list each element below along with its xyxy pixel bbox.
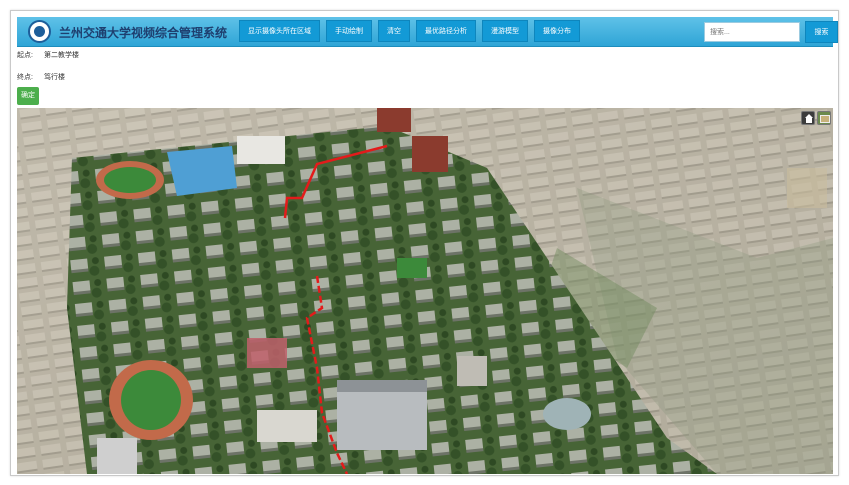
home-icon[interactable] [801,111,815,125]
3d-campus-map[interactable] [17,108,833,474]
end-label: 终点: [17,74,33,81]
end-row: 终点: 笃行楼 [17,72,65,82]
university-logo [28,20,51,43]
end-value[interactable]: 笃行楼 [44,74,65,81]
search-input[interactable] [704,22,800,42]
roam-model-button[interactable]: 漫游模型 [482,20,528,42]
start-row: 起点: 第二教学楼 [17,50,79,60]
camera-distribution-button[interactable]: 摄像分布 [534,20,580,42]
start-value[interactable]: 第二教学楼 [44,52,79,59]
top-header: 兰州交通大学视频综合管理系统 显示摄像头所在区域 手动绘制 清空 最优路径分析 … [17,17,838,47]
best-path-analysis-button[interactable]: 最优路径分析 [416,20,476,42]
clear-button[interactable]: 清空 [378,20,410,42]
search-button[interactable]: 搜索 [805,21,838,43]
layer-icon[interactable] [817,111,831,125]
app-title: 兰州交通大学视频综合管理系统 [59,26,228,40]
aerial-view [17,108,833,474]
nav-bar: 显示摄像头所在区域 手动绘制 清空 最优路径分析 漫游模型 摄像分布 [239,20,580,42]
confirm-button[interactable]: 确定 [17,87,39,105]
show-camera-area-button[interactable]: 显示摄像头所在区域 [239,20,320,42]
manual-draw-button[interactable]: 手动绘制 [326,20,372,42]
app-window: 兰州交通大学视频综合管理系统 显示摄像头所在区域 手动绘制 清空 最优路径分析 … [10,10,839,476]
start-label: 起点: [17,52,33,59]
